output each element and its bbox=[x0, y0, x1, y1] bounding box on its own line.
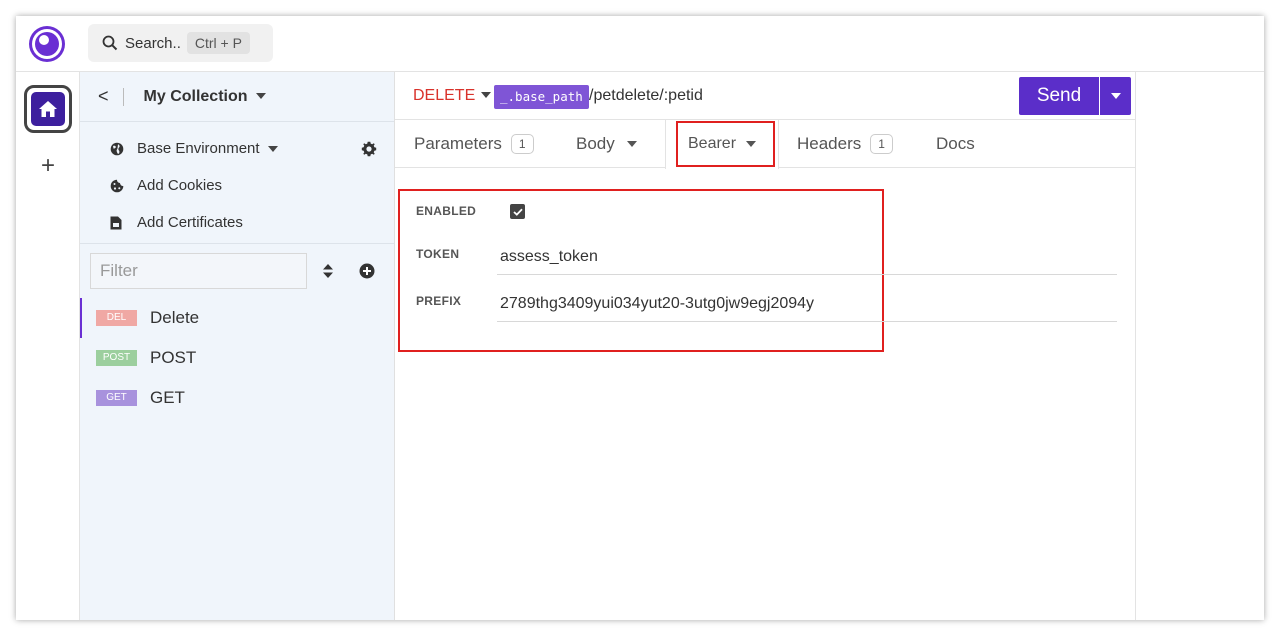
caret-down-icon bbox=[626, 141, 637, 147]
sidebar: < My Collection Base Environment Add Coo… bbox=[80, 72, 395, 620]
add-certificates-button[interactable]: Add Certificates bbox=[80, 204, 394, 241]
caret-down-icon bbox=[1110, 93, 1121, 99]
back-chevron-icon[interactable]: < bbox=[98, 86, 109, 107]
url-path-input[interactable]: /petdelete/:petid bbox=[589, 87, 703, 105]
request-name: Delete bbox=[150, 308, 200, 327]
request-name: POST bbox=[150, 348, 197, 367]
search-icon bbox=[102, 35, 118, 51]
enabled-checkbox[interactable] bbox=[510, 204, 525, 219]
caret-down-icon bbox=[255, 93, 266, 100]
enabled-label: ENABLED bbox=[416, 204, 477, 218]
request-name: GET bbox=[150, 388, 185, 407]
left-rail: + bbox=[16, 72, 80, 620]
response-pane bbox=[1136, 72, 1264, 620]
tab-label: Bearer bbox=[688, 135, 737, 152]
tab-headers[interactable]: Headers 1 bbox=[797, 120, 893, 168]
header-divider bbox=[122, 87, 124, 106]
collection-title: My Collection bbox=[143, 87, 248, 105]
bearer-tab-highlight: Bearer bbox=[676, 121, 775, 167]
caret-down-icon bbox=[481, 91, 492, 98]
list-item[interactable]: DEL Delete bbox=[80, 298, 395, 338]
add-certificates-label: Add Certificates bbox=[137, 214, 243, 231]
list-item[interactable]: GET GET bbox=[80, 378, 395, 418]
prefix-label: PREFIX bbox=[416, 294, 462, 308]
caret-down-icon bbox=[267, 145, 278, 152]
search-label: Search.. bbox=[125, 34, 181, 52]
search-shortcut: Ctrl + P bbox=[186, 32, 250, 54]
app-logo bbox=[29, 26, 65, 62]
request-pane: DELETE _.base_path /petdelete/:petid Sen… bbox=[395, 72, 1136, 620]
app-window: Search.. Ctrl + P + < My Collection Base… bbox=[16, 16, 1264, 620]
base-path-tag[interactable]: _.base_path bbox=[494, 85, 589, 109]
environment-label: Base Environment bbox=[137, 140, 260, 157]
count-badge: 1 bbox=[870, 134, 893, 154]
method-badge: DEL bbox=[96, 310, 137, 326]
search-button[interactable]: Search.. Ctrl + P bbox=[88, 24, 273, 62]
tab-label: Body bbox=[576, 134, 615, 153]
collection-dropdown[interactable]: My Collection bbox=[144, 88, 266, 106]
home-icon bbox=[39, 101, 57, 117]
bearer-auth-panel: ENABLED TOKEN PREFIX bbox=[398, 189, 1117, 352]
tab-bearer[interactable]: Bearer bbox=[665, 120, 779, 169]
list-item[interactable]: POST POST bbox=[80, 338, 395, 378]
tab-label: Headers bbox=[797, 134, 862, 153]
request-tabs: Parameters 1 Body Bearer Headers 1 Docs bbox=[395, 120, 1136, 169]
add-workspace-button[interactable]: + bbox=[36, 154, 60, 178]
globe-icon bbox=[110, 142, 124, 156]
tab-docs[interactable]: Docs bbox=[936, 120, 975, 168]
certificate-icon bbox=[110, 216, 124, 230]
caret-down-icon bbox=[746, 141, 757, 147]
token-label: TOKEN bbox=[416, 247, 460, 261]
method-badge: GET bbox=[96, 390, 137, 406]
url-bar: DELETE _.base_path /petdelete/:petid Sen… bbox=[395, 72, 1136, 120]
check-icon bbox=[512, 208, 523, 216]
collection-header: < My Collection bbox=[80, 72, 394, 122]
gear-icon[interactable] bbox=[361, 141, 377, 157]
sort-icon[interactable] bbox=[322, 263, 334, 279]
tab-label: Parameters bbox=[414, 134, 502, 153]
top-bar: Search.. Ctrl + P bbox=[16, 16, 1264, 72]
environment-dropdown[interactable]: Base Environment bbox=[80, 130, 394, 167]
send-button[interactable]: Send bbox=[1019, 77, 1099, 115]
token-input[interactable] bbox=[497, 239, 1117, 275]
send-options-button[interactable] bbox=[1100, 77, 1131, 115]
cookie-icon bbox=[110, 179, 124, 193]
request-list: DEL Delete POST POST GET GET bbox=[80, 298, 395, 418]
add-cookies-button[interactable]: Add Cookies bbox=[80, 167, 394, 204]
filter-input[interactable] bbox=[90, 253, 307, 289]
add-request-icon[interactable] bbox=[359, 263, 375, 279]
tab-body[interactable]: Body bbox=[576, 120, 637, 168]
filter-row bbox=[90, 253, 390, 289]
tab-parameters[interactable]: Parameters 1 bbox=[414, 120, 534, 168]
method-dropdown[interactable]: DELETE bbox=[413, 87, 492, 105]
method-label: DELETE bbox=[413, 87, 476, 104]
home-button[interactable] bbox=[24, 85, 72, 133]
prefix-input[interactable] bbox=[497, 286, 1117, 322]
count-badge: 1 bbox=[510, 134, 534, 154]
environment-block: Base Environment Add Cookies Add Certifi… bbox=[80, 122, 394, 244]
tab-label: Docs bbox=[936, 134, 975, 153]
add-cookies-label: Add Cookies bbox=[137, 177, 223, 194]
method-badge: POST bbox=[96, 350, 137, 366]
